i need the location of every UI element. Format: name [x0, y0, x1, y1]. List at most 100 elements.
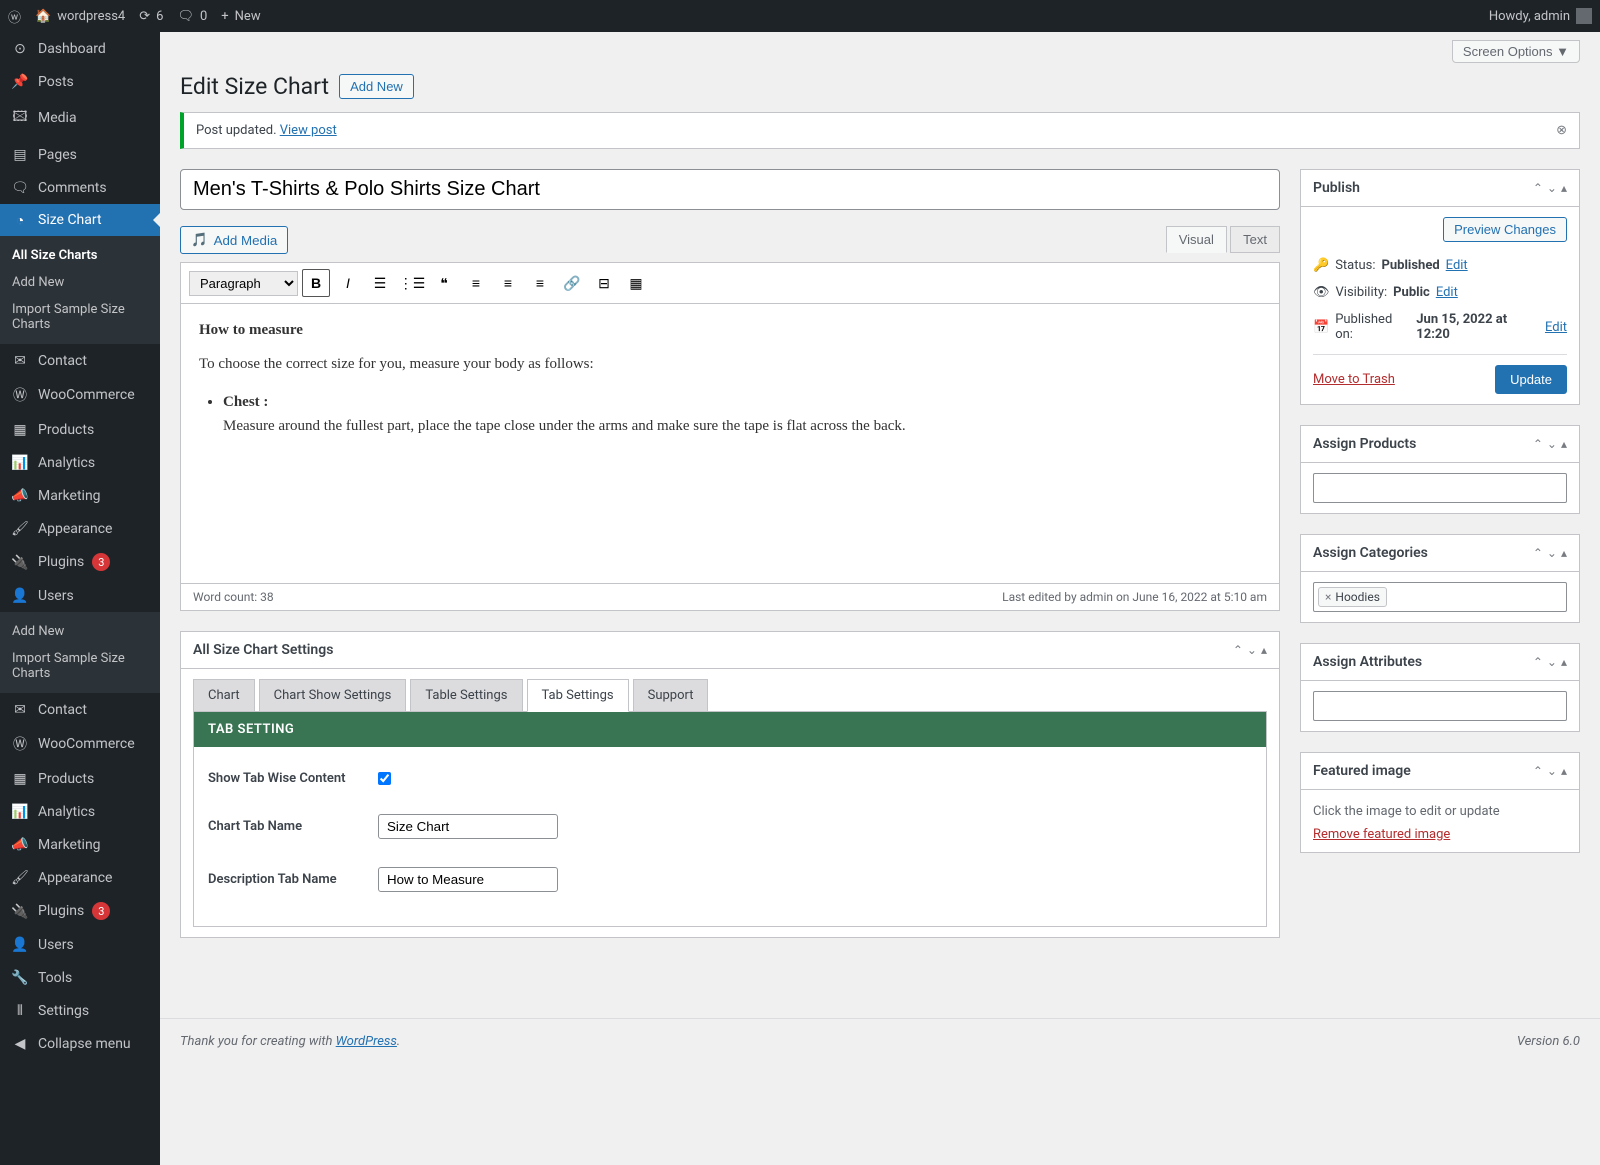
menu-pages[interactable]: ▤Pages: [0, 138, 160, 171]
user-icon: 👤: [10, 936, 30, 953]
menu-plugins[interactable]: 🔌Plugins 3: [0, 545, 160, 579]
format-select[interactable]: Paragraph: [189, 271, 298, 296]
bullet-list-button[interactable]: ☰: [366, 269, 394, 297]
tab-table[interactable]: Table Settings: [410, 679, 522, 712]
submenu-add[interactable]: Add New: [0, 269, 160, 296]
add-new-button[interactable]: Add New: [339, 74, 414, 99]
update-button[interactable]: Update: [1495, 365, 1567, 394]
wordpress-link[interactable]: WordPress: [336, 1034, 397, 1049]
move-up-icon[interactable]: ⌃: [1233, 643, 1243, 657]
move-down-icon[interactable]: ⌄: [1547, 437, 1557, 451]
menu-collapse[interactable]: ◀Collapse menu: [0, 1027, 160, 1060]
edit-date-link[interactable]: Edit: [1545, 320, 1567, 335]
move-down-icon[interactable]: ⌄: [1547, 764, 1557, 778]
submenu-import[interactable]: Import Sample Size Charts: [0, 296, 160, 338]
preview-button[interactable]: Preview Changes: [1443, 217, 1567, 242]
toggle-icon[interactable]: ▴: [1261, 643, 1267, 657]
menu-users[interactable]: 👤Users: [0, 579, 160, 612]
toggle-icon[interactable]: ▴: [1561, 181, 1567, 195]
remove-tag-icon[interactable]: ×: [1325, 590, 1331, 604]
menu-users2[interactable]: 👤Users: [0, 928, 160, 961]
italic-button[interactable]: I: [334, 269, 362, 297]
show-tab-checkbox[interactable]: [378, 772, 391, 785]
menu-products[interactable]: ▦Products: [0, 413, 160, 446]
number-list-button[interactable]: ⋮☰: [398, 269, 426, 297]
toggle-icon[interactable]: ▴: [1561, 655, 1567, 669]
howdy-text: Howdy, admin: [1489, 9, 1570, 24]
comments-link[interactable]: 🗨 0: [177, 9, 207, 24]
edit-vis-link[interactable]: Edit: [1436, 285, 1458, 300]
menu-marketing[interactable]: 📣Marketing: [0, 479, 160, 512]
site-link[interactable]: 🏠 wordpress4: [35, 9, 125, 24]
dismiss-icon[interactable]: ⊗: [1556, 123, 1567, 138]
menu-plugins2[interactable]: 🔌Plugins 3: [0, 894, 160, 928]
move-up-icon[interactable]: ⌃: [1533, 655, 1543, 669]
menu-analytics2[interactable]: 📊Analytics: [0, 795, 160, 828]
menu-appearance[interactable]: 🖌Appearance: [0, 512, 160, 545]
submenu-all[interactable]: All Size Charts: [0, 242, 160, 269]
tab-support[interactable]: Support: [633, 679, 709, 712]
new-link[interactable]: + New: [221, 9, 260, 24]
move-down-icon[interactable]: ⌄: [1547, 181, 1557, 195]
tab-chart-show[interactable]: Chart Show Settings: [259, 679, 407, 712]
tab-chart[interactable]: Chart: [193, 679, 255, 712]
menu-dashboard[interactable]: ⊙Dashboard: [0, 32, 160, 65]
menu-comments[interactable]: 🗨Comments: [0, 171, 160, 204]
move-up-icon[interactable]: ⌃: [1533, 181, 1543, 195]
menu-contact2[interactable]: ✉Contact: [0, 693, 160, 726]
post-title-input[interactable]: [180, 169, 1280, 210]
menu-marketing2[interactable]: 📣Marketing: [0, 828, 160, 861]
submenu-import2[interactable]: Import Sample Size Charts: [0, 645, 160, 687]
view-post-link[interactable]: View post: [280, 123, 337, 138]
quote-button[interactable]: ❝: [430, 269, 458, 297]
move-up-icon[interactable]: ⌃: [1533, 764, 1543, 778]
bold-button[interactable]: B: [302, 269, 330, 297]
menu-settings[interactable]: ⫴Settings: [0, 994, 160, 1027]
menu-posts[interactable]: 📌Posts: [0, 65, 160, 98]
menu-size-chart[interactable]: ◔Size Chart: [0, 204, 160, 236]
toolbar-toggle-button[interactable]: ▦: [622, 269, 650, 297]
align-left-button[interactable]: ≡: [462, 269, 490, 297]
submenu-add2[interactable]: Add New: [0, 618, 160, 645]
menu-woocommerce[interactable]: ⓌWooCommerce: [0, 377, 160, 413]
attributes-title: Assign Attributes: [1313, 654, 1422, 670]
align-right-button[interactable]: ≡: [526, 269, 554, 297]
products-input[interactable]: [1313, 473, 1567, 503]
categories-input[interactable]: ×Hoodies: [1313, 582, 1567, 612]
move-up-icon[interactable]: ⌃: [1533, 546, 1543, 560]
more-button[interactable]: ⊟: [590, 269, 618, 297]
move-down-icon[interactable]: ⌄: [1547, 546, 1557, 560]
updates-link[interactable]: ⟳ 6: [139, 9, 163, 24]
desc-tab-input[interactable]: [378, 867, 558, 892]
screen-options-button[interactable]: Screen Options ▼: [1452, 40, 1580, 63]
add-media-button[interactable]: 🎵Add Media: [180, 226, 288, 254]
chart-tab-input[interactable]: [378, 814, 558, 839]
edit-status-link[interactable]: Edit: [1446, 258, 1468, 273]
dashboard-icon: ⊙: [10, 40, 30, 57]
tab-tab-settings[interactable]: Tab Settings: [527, 679, 629, 712]
menu-tools[interactable]: 🔧Tools: [0, 961, 160, 994]
link-button[interactable]: 🔗: [558, 269, 586, 297]
plugin-icon: 🔌: [10, 554, 30, 571]
menu-analytics[interactable]: 📊Analytics: [0, 446, 160, 479]
toggle-icon[interactable]: ▴: [1561, 764, 1567, 778]
trash-link[interactable]: Move to Trash: [1313, 372, 1395, 387]
align-center-button[interactable]: ≡: [494, 269, 522, 297]
toggle-icon[interactable]: ▴: [1561, 437, 1567, 451]
editor-content[interactable]: How to measure To choose the correct siz…: [180, 304, 1280, 584]
menu-contact[interactable]: ✉Contact: [0, 344, 160, 377]
text-tab[interactable]: Text: [1230, 226, 1280, 253]
menu-woo2[interactable]: ⓌWooCommerce: [0, 726, 160, 762]
remove-featured-link[interactable]: Remove featured image: [1313, 827, 1450, 842]
attributes-input[interactable]: [1313, 691, 1567, 721]
menu-appearance2[interactable]: 🖌Appearance: [0, 861, 160, 894]
user-menu[interactable]: Howdy, admin: [1489, 8, 1592, 24]
menu-media[interactable]: 🖾Media: [0, 98, 160, 138]
menu-products2[interactable]: ▦Products: [0, 762, 160, 795]
move-down-icon[interactable]: ⌄: [1547, 655, 1557, 669]
move-down-icon[interactable]: ⌄: [1247, 643, 1257, 657]
move-up-icon[interactable]: ⌃: [1533, 437, 1543, 451]
wp-logo[interactable]: ⓦ: [8, 7, 21, 26]
visual-tab[interactable]: Visual: [1166, 226, 1227, 253]
toggle-icon[interactable]: ▴: [1561, 546, 1567, 560]
